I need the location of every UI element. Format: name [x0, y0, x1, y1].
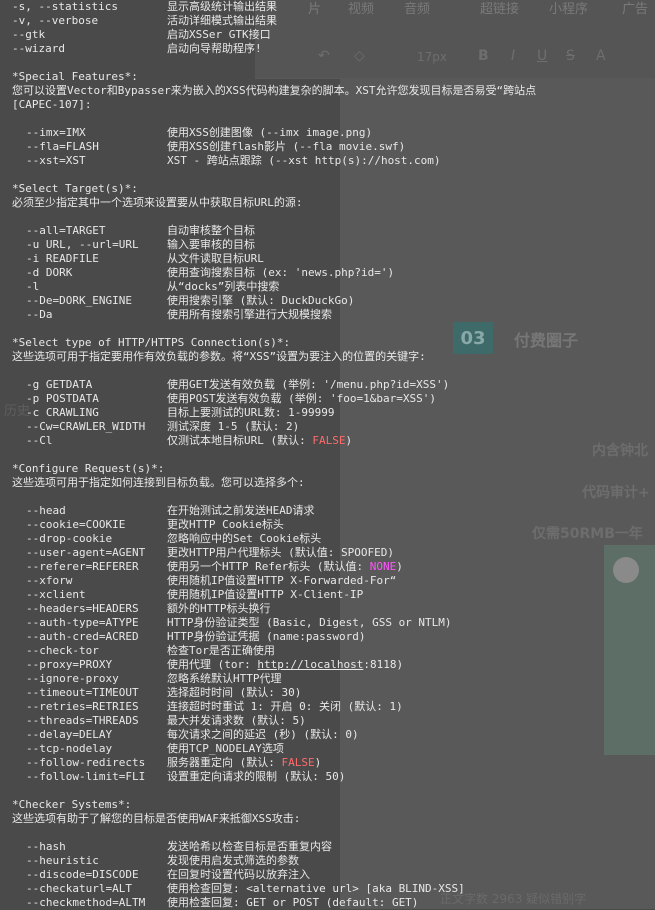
eraser-icon[interactable]: ◇ — [354, 48, 365, 64]
section-intro: [CAPEC-107]: — [12, 98, 92, 111]
menu-image[interactable]: 片 — [308, 0, 321, 17]
font-color-button[interactable]: A — [596, 48, 606, 64]
menu-hyperlink[interactable]: 超链接 — [480, 0, 519, 17]
section-badge: 03 — [453, 322, 493, 354]
section-intro: 这些选项可用于指定如何连接到目标负载。您可以选择多个: — [12, 476, 305, 489]
menu-miniprogram[interactable]: 小程序 — [549, 0, 588, 17]
undo-icon[interactable]: ↶ — [318, 48, 330, 64]
bg-line-1: 内含钟北 — [592, 443, 648, 459]
section-intro: 这些选项可用于指定要用作有效负载的参数。将“XSS”设置为要注入的位置的关键字: — [12, 350, 426, 363]
none-value: NONE — [369, 560, 397, 573]
menu-audio[interactable]: 音频 — [404, 0, 430, 17]
section-header-checker: *Checker Systems*: — [12, 798, 132, 811]
avatar — [613, 557, 639, 583]
menu-video[interactable]: 视频 — [348, 0, 374, 17]
bold-button[interactable]: B — [478, 48, 489, 64]
false-value: FALSE — [281, 756, 315, 769]
font-size-select[interactable]: 17px — [417, 50, 447, 64]
bg-line-2: 代码审计+ — [582, 485, 650, 501]
section-heading: 付费圈子 — [514, 331, 579, 350]
bg-line-3: 仅需50RMB一年 — [532, 526, 643, 542]
false-value: FALSE — [312, 434, 346, 447]
section-intro: 必须至少指定其中一个选项来设置要从中获取目标URL的源: — [12, 196, 303, 209]
strike-button[interactable]: S — [566, 48, 575, 64]
italic-button[interactable]: I — [511, 48, 515, 64]
underline-button[interactable]: U — [537, 48, 547, 64]
section-header-special: *Special Features*: — [12, 70, 138, 83]
proxy-link[interactable]: http://localhost — [257, 658, 363, 671]
section-intro: 这些选项有助于了解您的目标是否使用WAF来抵御XSS攻击: — [12, 812, 301, 825]
section-header-request: *Configure Request(s)*: — [12, 462, 165, 475]
menu-ad[interactable]: 广告 — [622, 0, 648, 17]
section-header-connection: *Select type of HTTP/HTTPS Connection(s)… — [12, 336, 291, 349]
section-header-target: *Select Target(s)*: — [12, 182, 138, 195]
section-intro: 您可以设置Vector和Bypasser来为嵌入的XSS代码构建复杂的脚本。XS… — [12, 84, 537, 97]
